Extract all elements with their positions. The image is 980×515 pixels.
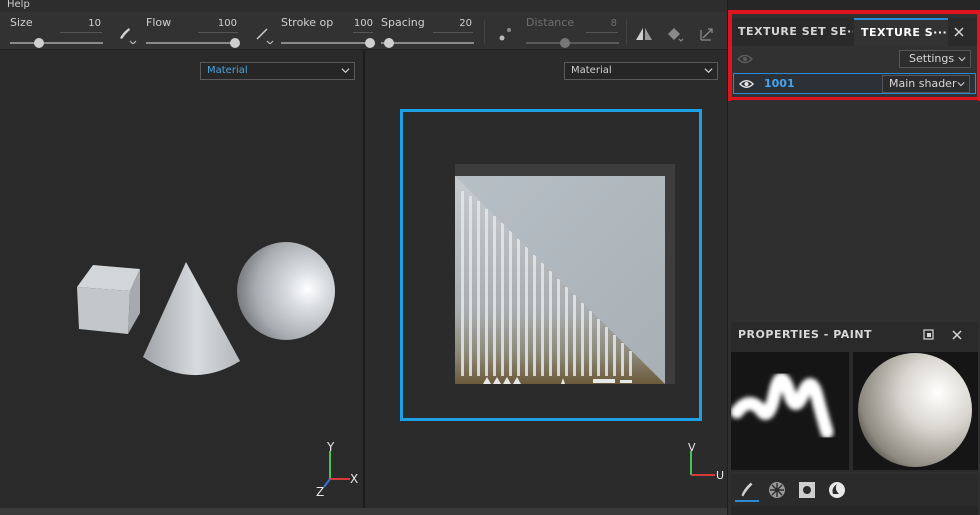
undock-icon[interactable] <box>922 328 936 342</box>
axis-gizmo-3d: Y X Z <box>316 440 358 497</box>
flow-track[interactable] <box>146 42 239 44</box>
size-slider[interactable]: Size 10 <box>10 12 103 50</box>
stroke-opacity-label: Stroke op <box>281 16 334 29</box>
right-dock: TEXTURE SET SE··· TEXTURE S··· Settings … <box>727 0 980 515</box>
chevron-down-icon <box>957 82 965 87</box>
3d-scene[interactable] <box>0 51 363 508</box>
properties-title: PROPERTIES - PAINT <box>738 328 873 341</box>
paint-toolbar: Size 10 Flow 100 Stroke op 100 Spacing 2… <box>0 12 727 50</box>
size-label: Size <box>10 16 33 29</box>
lazy-mouse-icon[interactable] <box>496 24 516 44</box>
menu-bar: Help <box>0 0 730 12</box>
viewport-3d[interactable]: Material Y X Z <box>0 51 363 508</box>
axis-v-label: V <box>688 443 696 454</box>
close-icon[interactable] <box>951 24 967 40</box>
flow-knob[interactable] <box>230 38 240 48</box>
sphere[interactable] <box>237 242 335 340</box>
flow-label: Flow <box>146 16 172 29</box>
stroke-opacity-track[interactable] <box>281 42 375 44</box>
settings-dropdown[interactable]: Settings <box>899 50 971 68</box>
distance-slider[interactable]: Distance 8 <box>526 12 619 50</box>
brush-alignment-icon[interactable] <box>117 24 137 44</box>
axis-z-label: Z <box>316 485 324 497</box>
shader-dropdown[interactable]: Main shader <box>882 75 970 93</box>
material-icon[interactable] <box>825 478 849 502</box>
size-track[interactable] <box>10 42 103 44</box>
brush-stroke-preview <box>731 352 849 470</box>
axis-y-label: Y <box>326 440 335 454</box>
distance-label: Distance <box>526 16 575 29</box>
fill-projection-icon[interactable] <box>665 24 685 44</box>
flow-value[interactable]: 100 <box>218 18 237 29</box>
symmetry-icon[interactable] <box>634 24 654 44</box>
spacing-label: Spacing <box>381 16 425 29</box>
tab-texture-set-list[interactable]: TEXTURE S··· <box>854 18 948 46</box>
tangent-icon[interactable] <box>697 24 717 44</box>
properties-tabs <box>731 474 978 506</box>
bottom-status-strip <box>0 508 727 515</box>
size-knob[interactable] <box>34 38 44 48</box>
flow-slider[interactable]: Flow 100 <box>146 12 240 50</box>
distance-knob[interactable] <box>560 38 570 48</box>
properties-header: PROPERTIES - PAINT <box>731 322 978 348</box>
settings-dropdown-label: Settings <box>909 52 955 65</box>
axis-u-label: U <box>716 469 724 482</box>
distance-track[interactable] <box>526 42 619 44</box>
visibility-toggle-all-icon[interactable] <box>737 53 753 65</box>
texture-set-list: Settings 1001 Main shader <box>731 46 978 98</box>
spacing-value[interactable]: 20 <box>459 18 472 29</box>
shader-dropdown-label: Main shader <box>889 77 957 90</box>
cube[interactable] <box>77 265 140 334</box>
tab-texture-set-settings[interactable]: TEXTURE SET SE··· <box>731 18 853 46</box>
spacing-slider[interactable]: Spacing 20 <box>381 12 474 50</box>
texture-set-row[interactable]: 1001 Main shader <box>733 73 976 94</box>
brush-preview-area <box>731 348 978 472</box>
material-sphere-preview <box>853 352 978 470</box>
stencil-icon[interactable] <box>795 478 819 502</box>
uv-selection-frame <box>400 109 702 421</box>
eye-icon[interactable] <box>739 78 754 90</box>
axis-gizmo-2d: V U <box>688 443 724 482</box>
brush-icon[interactable] <box>735 478 759 502</box>
alpha-icon[interactable] <box>765 478 789 502</box>
stroke-opacity-value[interactable]: 100 <box>354 18 373 29</box>
menu-help[interactable]: Help <box>7 0 30 10</box>
axis-x-label: X <box>350 472 358 486</box>
texture-set-name: 1001 <box>764 77 795 90</box>
spacing-track[interactable] <box>381 42 474 44</box>
size-value[interactable]: 10 <box>88 18 101 29</box>
stroke-opacity-knob[interactable] <box>365 38 375 48</box>
texture-set-tabbar: TEXTURE SET SE··· TEXTURE S··· <box>731 18 978 46</box>
cone[interactable] <box>143 262 240 376</box>
chevron-down-icon <box>958 57 966 62</box>
viewport-2d[interactable]: Material V U <box>365 51 727 508</box>
stroke-opacity-slider[interactable]: Stroke op 100 <box>281 12 375 50</box>
texture-set-empty-area <box>731 100 978 320</box>
distance-value[interactable]: 8 <box>611 18 617 29</box>
stroke-line-icon[interactable] <box>254 24 274 44</box>
close-icon[interactable] <box>950 328 964 342</box>
spacing-knob[interactable] <box>384 38 394 48</box>
